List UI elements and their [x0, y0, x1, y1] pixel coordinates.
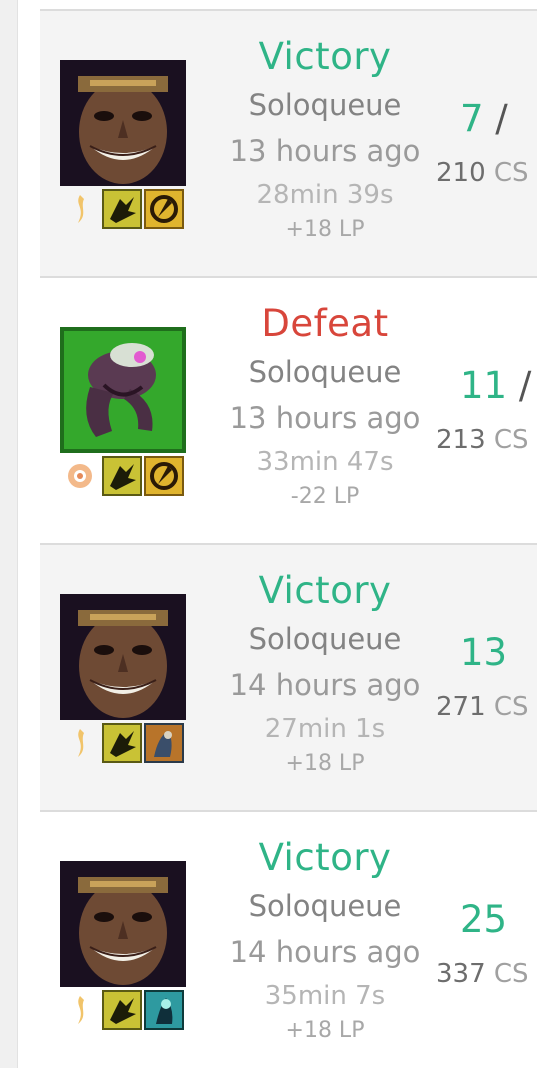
draven-portrait-icon [60, 60, 186, 186]
draven-portrait-icon [60, 861, 186, 987]
match-result: Victory [258, 569, 392, 612]
queue-type: Soloqueue [248, 622, 402, 656]
time-ago: 13 hours ago [229, 401, 421, 435]
match-duration: 35min 7s [264, 981, 386, 1011]
queue-type: Soloqueue [248, 355, 402, 389]
kills-value: 7 [460, 97, 484, 140]
match-row[interactable]: Victory Soloqueue 14 hours ago 27min 1s … [40, 543, 537, 810]
kda-score: 25 [460, 898, 507, 942]
exhaust-spell-icon [144, 723, 184, 763]
match-result: Defeat [261, 302, 389, 345]
match-duration: 33min 47s [256, 447, 394, 477]
match-row[interactable]: Defeat Soloqueue 13 hours ago 33min 47s … [40, 276, 537, 543]
creep-score: 210 CS [436, 155, 529, 191]
match-row[interactable]: Victory Soloqueue 13 hours ago 28min 39s… [40, 9, 537, 276]
lp-change: -22 LP [290, 484, 360, 509]
kda-score: 13 [460, 631, 507, 675]
ghost-spell-icon [102, 723, 142, 763]
ghost-spell-icon [102, 456, 142, 496]
ghost-spell-icon [102, 990, 142, 1030]
cs-unit: CS [485, 959, 529, 989]
kills-value: 25 [460, 898, 508, 941]
kda-score: 7 / [460, 97, 508, 141]
lp-change: +18 LP [285, 751, 365, 776]
match-info: Victory Soloqueue 14 hours ago 35min 7s … [200, 836, 450, 1046]
cs-unit: CS [485, 425, 529, 455]
ghost-spell-icon [102, 189, 142, 229]
cs-value: 271 [436, 692, 486, 722]
queue-type: Soloqueue [248, 889, 402, 923]
match-duration: 27min 1s [264, 714, 386, 744]
rune-inspiration-icon [60, 189, 100, 229]
kda-separator: / [507, 364, 532, 407]
match-row[interactable]: Victory Soloqueue 14 hours ago 35min 7s … [40, 810, 537, 1068]
kills-value: 11 [460, 364, 508, 407]
creep-score: 213 CS [436, 422, 529, 458]
time-ago: 14 hours ago [229, 668, 421, 702]
cleanse-spell-icon [144, 189, 184, 229]
match-info: Victory Soloqueue 13 hours ago 28min 39s… [200, 35, 450, 245]
kills-value: 13 [460, 631, 508, 674]
lp-change: +18 LP [285, 1018, 365, 1043]
cs-value: 213 [436, 425, 486, 455]
creep-score: 271 CS [436, 689, 529, 725]
match-info: Defeat Soloqueue 13 hours ago 33min 47s … [200, 302, 450, 512]
match-result: Victory [258, 35, 392, 78]
kda-score: 11 / [460, 364, 531, 408]
cs-unit: CS [485, 692, 529, 722]
rune-inspiration-icon [60, 723, 100, 763]
queue-type: Soloqueue [248, 88, 402, 122]
cs-unit: CS [485, 158, 529, 188]
match-info: Victory Soloqueue 14 hours ago 27min 1s … [200, 569, 450, 779]
cs-value: 337 [436, 959, 486, 989]
time-ago: 13 hours ago [229, 134, 421, 168]
rune-inspiration-icon [60, 990, 100, 1030]
champion-portrait-icon [60, 327, 186, 453]
match-history-list: Victory Soloqueue 13 hours ago 28min 39s… [40, 9, 537, 1068]
kda-separator: / [483, 97, 508, 140]
cs-value: 210 [436, 158, 486, 188]
rune-precision-icon [60, 456, 100, 496]
cleanse-spell-icon [144, 456, 184, 496]
lp-change: +18 LP [285, 217, 365, 242]
creep-score: 337 CS [436, 956, 529, 992]
draven-portrait-icon [60, 594, 186, 720]
heal-spell-icon [144, 990, 184, 1030]
match-duration: 28min 39s [256, 180, 394, 210]
match-result: Victory [258, 836, 392, 879]
left-scroll-gutter [0, 0, 18, 1068]
time-ago: 14 hours ago [229, 935, 421, 969]
